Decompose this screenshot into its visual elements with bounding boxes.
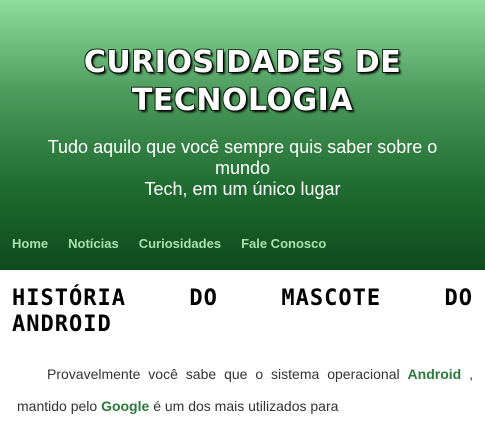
article-title-word: História [12, 286, 126, 311]
nav-item-home[interactable]: Home [12, 236, 48, 251]
article-paragraph: Provavelmente você sabe que o sistema op… [12, 358, 473, 422]
nav-item-fale-conosco[interactable]: Fale Conosco [241, 236, 326, 251]
main-nav: Home Notícias Curiosidades Fale Conosco [12, 236, 346, 251]
tagline-line2: mundo [214, 158, 271, 178]
android-highlight: Android [407, 366, 462, 382]
article-title-line1: História do mascote do [12, 286, 473, 312]
nav-item-noticias[interactable]: Notícias [68, 236, 119, 251]
paragraph-text: é um dos mais utilizados para [153, 398, 339, 414]
google-highlight: Google [101, 398, 150, 414]
paragraph-text: Provavelmente você sabe que o sistema op… [47, 366, 400, 382]
main-content: História do mascote do Android Provavelm… [0, 270, 485, 422]
site-title: CURIOSIDADES DE TECNOLOGIA [0, 0, 485, 120]
nav-item-curiosidades[interactable]: Curiosidades [139, 236, 221, 251]
tagline-line3: Tech, em um único lugar [144, 179, 341, 199]
article-title-word: do [189, 286, 218, 311]
article-title-word: do [444, 286, 473, 311]
site-title-line2: TECNOLOGIA [131, 83, 354, 118]
article-title-word: mascote [281, 286, 382, 311]
site-header: CURIOSIDADES DE TECNOLOGIA Tudo aquilo q… [0, 0, 485, 270]
tagline-line1: Tudo aquilo que você sempre quis saber s… [47, 137, 438, 157]
site-title-line1: CURIOSIDADES DE [83, 45, 402, 80]
site-tagline: Tudo aquilo que você sempre quis saber s… [0, 137, 485, 200]
article-title-line2: Android [12, 312, 112, 337]
article-title: História do mascote do Android [12, 270, 473, 338]
